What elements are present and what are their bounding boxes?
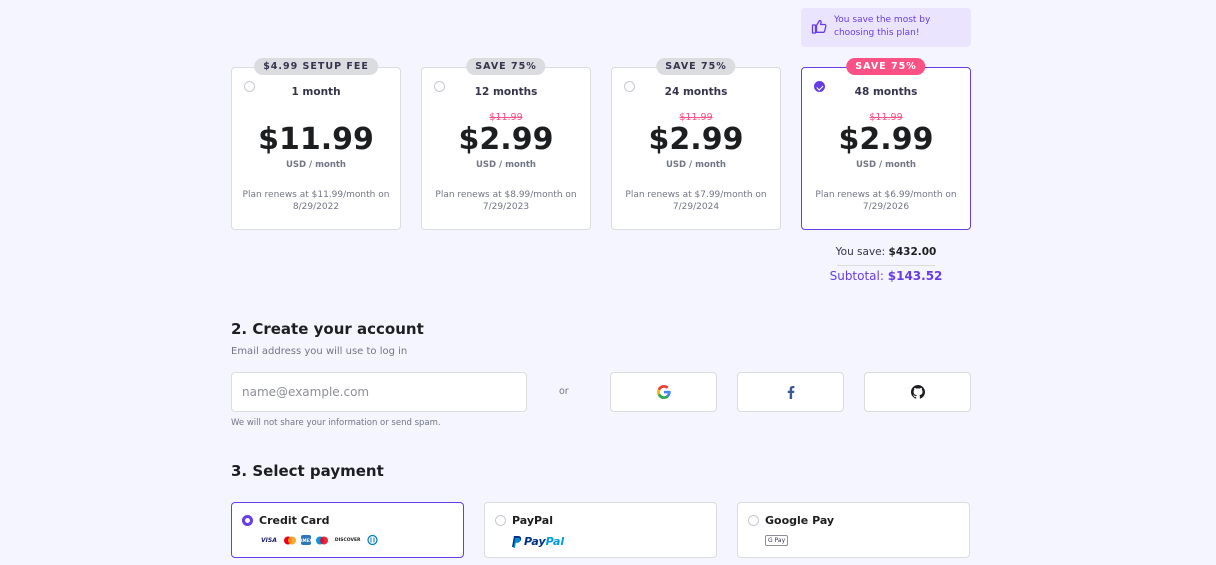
amex-icon: AMEX [299, 535, 312, 545]
plan-list: $4.99 SETUP FEE 1 month $11.99 USD / mon… [231, 58, 971, 231]
email-hint: Email address you will use to log in [231, 346, 408, 357]
subtotal-label: Subtotal: [829, 269, 884, 283]
payment-label: Google Pay [765, 514, 835, 527]
payment-radio[interactable] [495, 515, 506, 526]
plan-price: $11.99 [258, 122, 374, 157]
google-pay-icon: G Pay [765, 535, 789, 546]
card-logos: VISA AMEX DISCOVER [259, 535, 380, 545]
plan-duration: 48 months [854, 86, 918, 98]
google-pay-logo: G Pay [765, 535, 789, 546]
privacy-note: We will not share your information or se… [231, 418, 441, 428]
select-payment-heading: 3. Select payment [231, 462, 384, 480]
plan-unit: USD / month [286, 160, 346, 170]
payment-label: Credit Card [259, 514, 330, 527]
plan-12-months[interactable]: SAVE 75% 12 months $11.99 $2.99 USD / mo… [421, 58, 591, 230]
plan-price: $2.99 [838, 122, 934, 157]
plan-48-months[interactable]: SAVE 75% 48 months $11.99 $2.99 USD / mo… [801, 58, 971, 230]
paypal-logo: PayPal [512, 535, 564, 548]
tip-text: You save the most by choosing this plan! [834, 15, 931, 38]
savings-line: You save: $432.00 [801, 246, 971, 258]
github-login-button[interactable] [864, 372, 971, 412]
plan-duration: 12 months [474, 86, 538, 98]
checkout-panel: You save the most by choosing this plan!… [231, 0, 971, 565]
discover-icon: DISCOVER [334, 537, 361, 543]
plan-badge: SAVE 75% [466, 58, 546, 75]
facebook-icon [787, 385, 794, 399]
paypal-wordmark-pal: Pal [545, 535, 565, 548]
plan-duration: 24 months [664, 86, 728, 98]
plan-price: $2.99 [458, 122, 554, 157]
plan-unit: USD / month [476, 160, 536, 170]
subtotal-value: $143.52 [887, 269, 943, 283]
plan-price: $2.99 [648, 122, 744, 157]
thumbs-up-icon [811, 19, 827, 34]
payment-radio-checked[interactable] [242, 515, 253, 526]
mastercard-icon [281, 535, 299, 545]
plan-badge: SAVE 75% [656, 58, 736, 75]
payment-credit-card[interactable]: Credit Card VISA AMEX DISCOVER [231, 502, 464, 558]
plan-badge: $4.99 SETUP FEE [254, 58, 378, 75]
plan-badge: SAVE 75% [846, 58, 926, 75]
plan-renew-text: Plan renews at $7.99/month on 7/29/2024 [625, 190, 767, 212]
maestro-icon [313, 535, 331, 545]
paypal-icon [512, 535, 522, 548]
subtotal-line: Subtotal: $143.52 [801, 269, 971, 283]
payment-paypal[interactable]: PayPal PayPal [484, 502, 717, 558]
paypal-wordmark: PayPal [524, 535, 564, 548]
diners-icon [365, 535, 380, 545]
summary-divider [837, 265, 935, 266]
plan-1-month[interactable]: $4.99 SETUP FEE 1 month $11.99 USD / mon… [231, 58, 401, 230]
plan-unit: USD / month [856, 160, 916, 170]
plan-renew-text: Plan renews at $8.99/month on 7/29/2023 [435, 190, 577, 212]
plan-duration: 1 month [291, 86, 341, 98]
savings-value: $432.00 [888, 246, 937, 258]
plan-renew-text: Plan renews at $11.99/month on 8/29/2022 [242, 190, 390, 212]
payment-radio[interactable] [748, 515, 759, 526]
payment-label: PayPal [512, 514, 553, 527]
github-icon [910, 385, 925, 399]
plan-24-months[interactable]: SAVE 75% 24 months $11.99 $2.99 USD / mo… [611, 58, 781, 230]
visa-icon: VISA [261, 536, 277, 544]
email-input[interactable] [231, 372, 527, 412]
plan-unit: USD / month [666, 160, 726, 170]
create-account-heading: 2. Create your account [231, 320, 424, 338]
google-icon [656, 385, 671, 399]
payment-google-pay[interactable]: Google Pay G Pay [737, 502, 970, 558]
paypal-wordmark-pay: Pay [524, 535, 546, 548]
plan-renew-text: Plan renews at $6.99/month on 7/29/2026 [815, 190, 957, 212]
best-value-tip: You save the most by choosing this plan! [801, 8, 971, 47]
or-separator: or [559, 386, 569, 397]
savings-label: You save: [835, 246, 886, 258]
google-login-button[interactable] [610, 372, 717, 412]
facebook-login-button[interactable] [737, 372, 844, 412]
